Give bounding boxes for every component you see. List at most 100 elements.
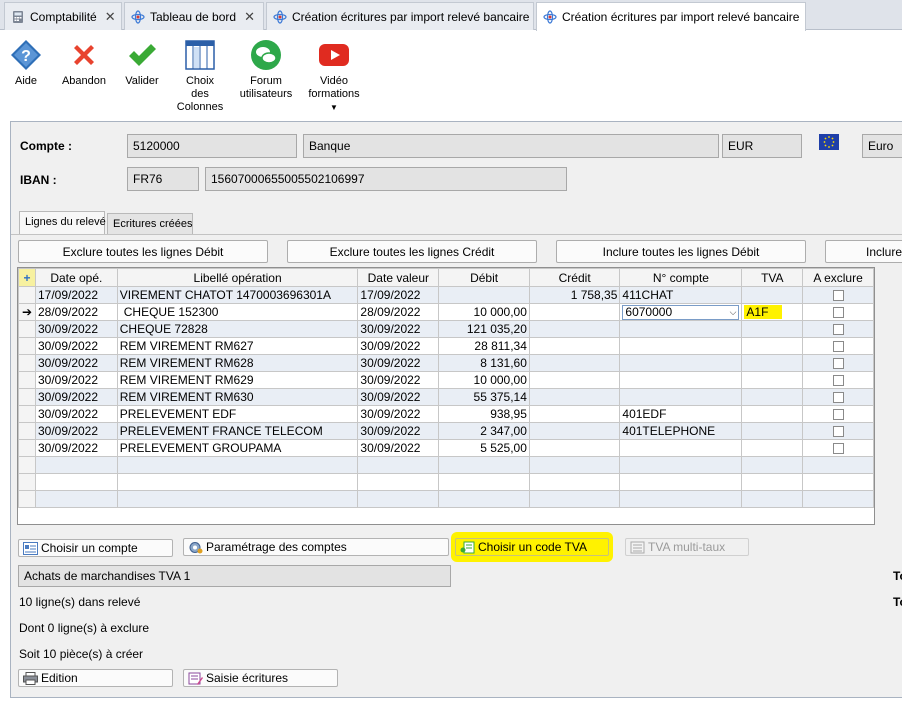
cell-exclure[interactable] [802,388,874,406]
tab-lignes-releve[interactable]: Lignes du relevé [19,211,106,235]
cell-debit[interactable] [438,286,530,304]
cell-debit[interactable] [438,490,530,508]
cell-compte[interactable]: 401EDF [619,405,743,423]
cell-libelle[interactable]: REM VIREMENT RM627 [116,337,359,355]
cell-libelle[interactable] [116,473,359,491]
cell-tva[interactable] [741,286,804,304]
cell-tva[interactable] [741,490,804,508]
exclude-checkbox[interactable] [832,426,844,438]
cell-libelle[interactable]: CHEQUE 152300 [116,303,359,321]
cell-libelle[interactable]: VIREMENT CHATOT 1470003696301A [116,286,359,304]
close-icon[interactable]: ✕ [244,9,255,25]
cell-exclure[interactable] [802,490,874,508]
video-button[interactable]: Vidéo formations ▼ [304,39,364,114]
tab-import-releve-2[interactable]: Création écritures par import relevé ban… [536,2,806,31]
table-row[interactable]: 30/09/2022 PRELEVEMENT GROUPAMA 30/09/2022… [18,439,874,457]
cell-date-valeur[interactable]: 30/09/2022 [357,320,440,338]
row-indicator[interactable] [18,388,36,406]
col-date-ope[interactable]: Date opé. [34,268,118,287]
cell-compte[interactable] [619,388,743,406]
cell-exclure[interactable] [802,456,874,474]
col-tva[interactable]: TVA [741,268,804,287]
cell-date[interactable]: 28/09/2022 [34,303,118,321]
cell-credit[interactable] [528,354,621,372]
cell-date-valeur[interactable]: 30/09/2022 [357,439,440,457]
cell-date-valeur[interactable] [357,490,440,508]
cell-libelle[interactable]: REM VIREMENT RM630 [116,388,359,406]
cell-libelle[interactable]: PRELEVEMENT GROUPAMA [116,439,359,457]
chevron-down-icon[interactable]: ⌵ [730,306,737,319]
exclure-debit-button[interactable]: Exclure toutes les lignes Débit [18,240,268,263]
cell-date-valeur[interactable]: 30/09/2022 [357,405,440,423]
cell-debit[interactable]: 5 525,00 [438,439,530,457]
exclude-checkbox[interactable] [832,324,844,336]
inclure-credit-button[interactable]: Inclure [825,240,902,263]
cell-date[interactable]: 30/09/2022 [34,405,118,423]
cell-compte[interactable] [619,490,743,508]
cell-compte[interactable] [619,337,743,355]
cell-credit[interactable] [528,388,621,406]
choisir-tva-button[interactable]: Choisir un code TVA [455,538,609,556]
cell-libelle[interactable] [116,490,359,508]
table-row[interactable]: 30/09/2022 PRELEVEMENT FRANCE TELECOM 30/0… [18,422,874,440]
tab-ecritures-creees[interactable]: Ecritures créées [107,213,193,235]
cell-debit[interactable]: 2 347,00 [438,422,530,440]
cell-date-valeur[interactable]: 30/09/2022 [357,354,440,372]
exclude-checkbox[interactable] [832,290,844,302]
cell-exclure[interactable] [802,286,874,304]
cell-compte[interactable] [619,354,743,372]
exclude-checkbox[interactable] [832,307,844,319]
cell-libelle[interactable] [116,456,359,474]
table-row[interactable]: ➔ 28/09/2022 CHEQUE 152300 28/09/2022 10 000… [18,303,874,321]
dropdown-arrow-icon[interactable]: ▼ [304,101,364,114]
exclude-checkbox[interactable] [832,443,844,455]
cell-date-valeur[interactable] [357,456,440,474]
cell-libelle[interactable]: REM VIREMENT RM629 [116,371,359,389]
row-indicator[interactable] [18,439,36,457]
cell-date[interactable]: 30/09/2022 [34,371,118,389]
saisie-ecritures-button[interactable]: Saisie écritures [183,669,338,687]
cell-tva[interactable] [741,371,804,389]
cell-date[interactable] [34,473,118,491]
table-row[interactable]: 30/09/2022 REM VIREMENT RM629 30/09/2022 10… [18,371,874,389]
cell-compte[interactable] [619,456,743,474]
cell-exclure[interactable] [802,405,874,423]
iban-prefix-field[interactable]: FR76 [127,167,199,191]
row-indicator[interactable] [18,371,36,389]
cell-date[interactable]: 17/09/2022 [34,286,118,304]
cell-date-valeur[interactable]: 30/09/2022 [357,422,440,440]
exclude-checkbox[interactable] [832,392,844,404]
currency-name-field[interactable]: Euro [862,134,902,158]
close-icon[interactable]: ✕ [105,9,116,25]
cell-date-valeur[interactable] [357,473,440,491]
cell-date-valeur[interactable]: 30/09/2022 [357,388,440,406]
cell-credit[interactable] [528,303,621,321]
cell-credit[interactable] [528,422,621,440]
row-indicator[interactable] [18,354,36,372]
inclure-debit-button[interactable]: Inclure toutes les lignes Débit [556,240,806,263]
statement-grid[interactable]: + Date opé. Libellé opération Date valeu… [17,267,875,525]
valider-button[interactable]: Valider [112,39,172,88]
row-indicator[interactable] [18,286,36,304]
cell-date-valeur[interactable]: 30/09/2022 [357,371,440,389]
cell-date-valeur[interactable]: 17/09/2022 [357,286,440,304]
table-row[interactable]: 30/09/2022 PRELEVEMENT EDF 30/09/2022 938,9… [18,405,874,423]
cell-debit[interactable]: 938,95 [438,405,530,423]
cell-exclure[interactable] [802,473,874,491]
table-row[interactable] [18,456,874,474]
col-libelle[interactable]: Libellé opération [116,268,359,287]
exclude-checkbox[interactable] [832,358,844,370]
col-date-valeur[interactable]: Date valeur [357,268,440,287]
parametrage-button[interactable]: Paramétrage des comptes [183,538,449,556]
cell-date[interactable]: 30/09/2022 [34,422,118,440]
cell-debit[interactable]: 55 375,14 [438,388,530,406]
cell-credit[interactable] [528,320,621,338]
cell-compte[interactable] [619,371,743,389]
cell-credit[interactable] [528,490,621,508]
add-row-icon[interactable]: + [18,268,36,287]
table-row[interactable]: 17/09/2022 VIREMENT CHATOT 1470003696301A… [18,286,874,304]
row-indicator[interactable] [18,337,36,355]
cell-tva[interactable] [741,320,804,338]
cell-debit[interactable]: 10 000,00 [438,303,530,321]
table-row[interactable]: 30/09/2022 REM VIREMENT RM627 30/09/2022 28… [18,337,874,355]
